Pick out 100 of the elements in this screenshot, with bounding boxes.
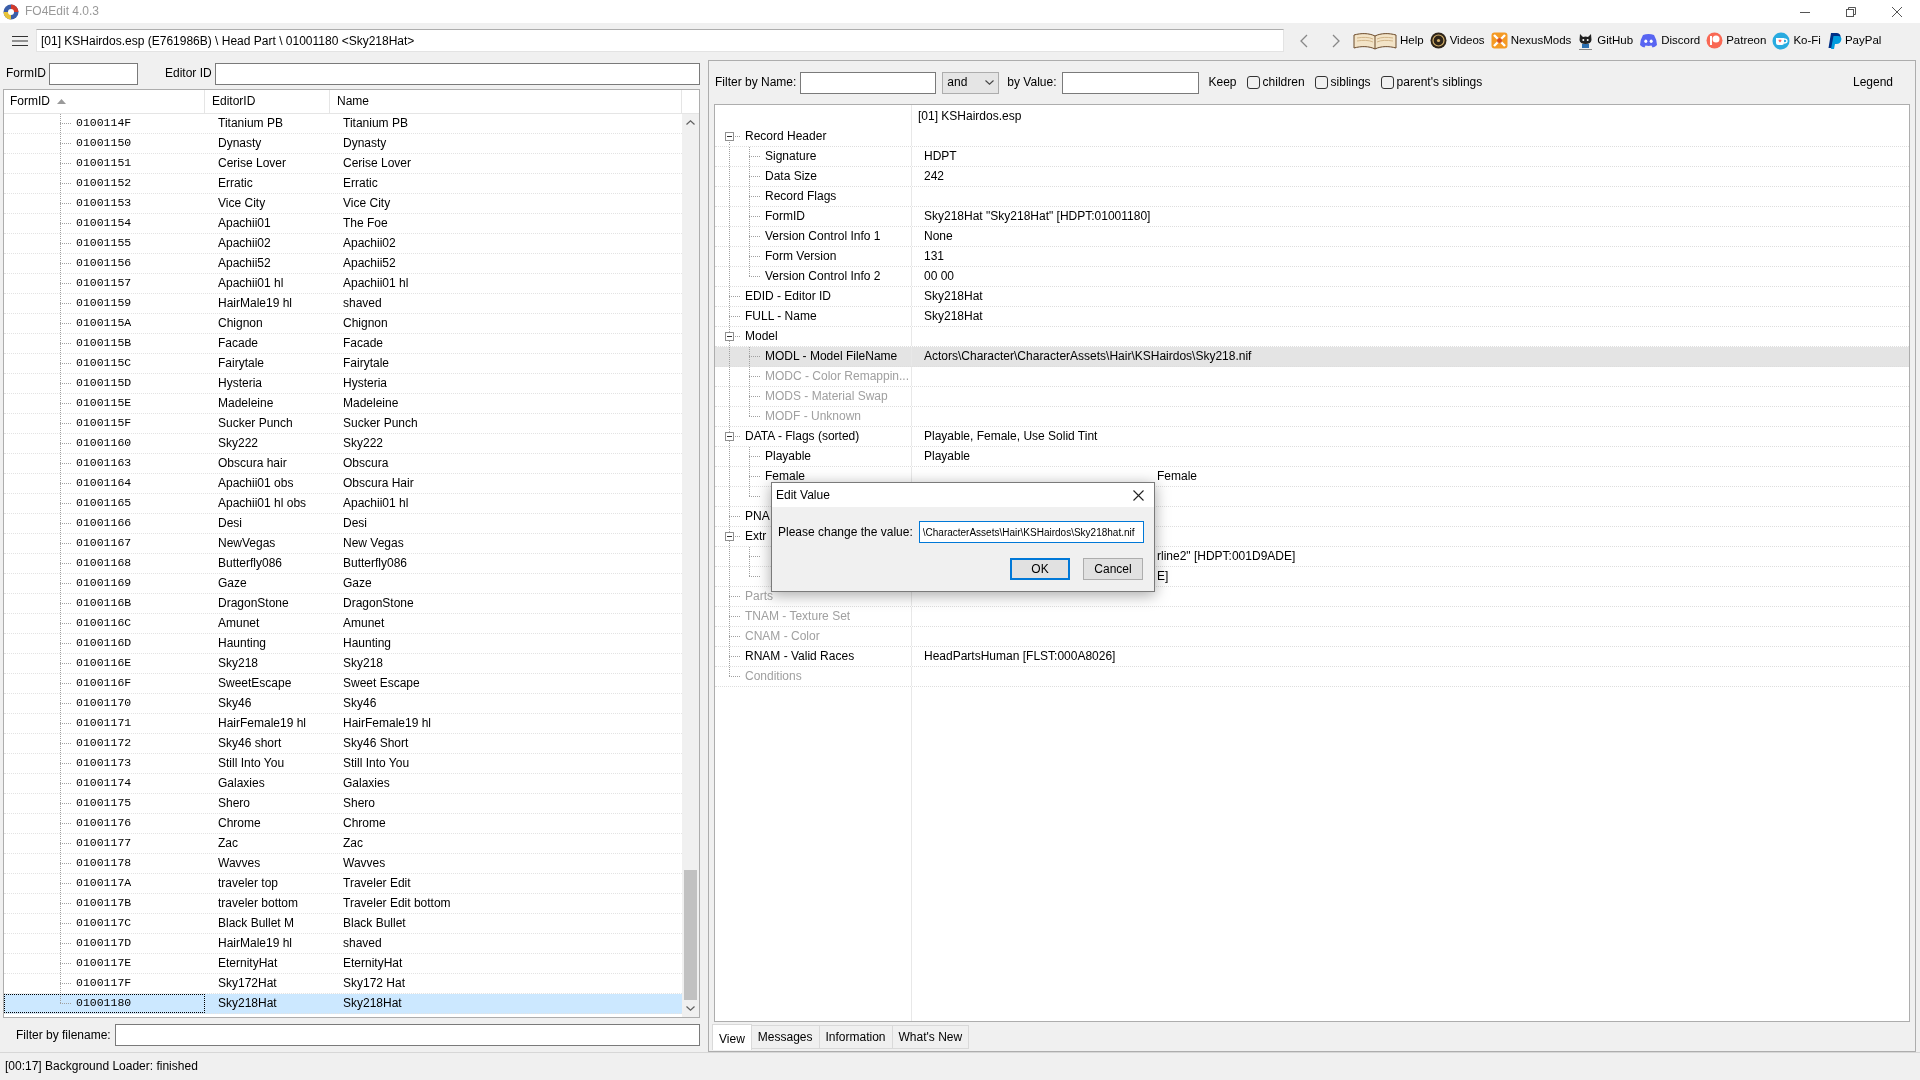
tree-row[interactable]: FULL - Name Sky218Hat: [715, 307, 1909, 327]
record-row[interactable]: 01001178 Wavves Wavves: [4, 854, 682, 874]
scroll-down-icon[interactable]: [686, 1006, 695, 1011]
tree-row[interactable]: MODL - Model FileName Actors\Character\CharacterAssets\Hair\KSHairdos\Sky218.nif: [715, 347, 1909, 367]
tree-row[interactable]: FormID Sky218Hat "Sky218Hat" [HDPT:01001180]: [715, 207, 1909, 227]
link[interactable]: Videos: [1429, 32, 1485, 49]
record-row[interactable]: 0100116B DragonStone DragonStone: [4, 594, 682, 614]
link[interactable]: GitHub: [1577, 31, 1634, 50]
operator-dropdown[interactable]: and: [942, 71, 1000, 94]
record-row[interactable]: 01001153 Vice City Vice City: [4, 194, 682, 214]
tab[interactable]: View: [712, 1024, 752, 1050]
record-row[interactable]: 01001165 Apachii01 hl obs Apachii01 hl: [4, 494, 682, 514]
tree-row[interactable]: Signature HDPT: [715, 147, 1909, 167]
tree-row[interactable]: Playable Playable: [715, 447, 1909, 467]
record-row[interactable]: 01001174 Galaxies Galaxies: [4, 774, 682, 794]
record-row[interactable]: 01001160 Sky222 Sky222: [4, 434, 682, 454]
checkbox-label[interactable]: siblings: [1330, 75, 1371, 90]
tree-row[interactable]: Record Header: [715, 127, 1909, 147]
record-row[interactable]: 01001166 Desi Desi: [4, 514, 682, 534]
record-row[interactable]: 01001152 Erratic Erratic: [4, 174, 682, 194]
record-row[interactable]: 01001150 Dynasty Dynasty: [4, 134, 682, 154]
record-row[interactable]: 01001175 Shero Shero: [4, 794, 682, 814]
legend-button[interactable]: Legend: [1852, 75, 1893, 90]
tree-row[interactable]: Record Flags: [715, 187, 1909, 207]
checkbox[interactable]: [1380, 76, 1394, 89]
checkbox-label[interactable]: parent's siblings: [1396, 75, 1483, 90]
record-row[interactable]: 0100117E EternityHat EternityHat: [4, 954, 682, 974]
input-field[interactable]: [114, 1024, 700, 1046]
record-row[interactable]: 0100115A Chignon Chignon: [4, 314, 682, 334]
record-row[interactable]: 0100116F SweetEscape Sweet Escape: [4, 674, 682, 694]
record-row[interactable]: 0100116D Haunting Haunting: [4, 634, 682, 654]
link[interactable]: NexusMods: [1490, 32, 1572, 49]
back-icon[interactable]: [1300, 33, 1308, 48]
close-icon[interactable]: [1892, 6, 1902, 17]
record-row[interactable]: 0100117A traveler top Traveler Edit: [4, 874, 682, 894]
input-field[interactable]: [1061, 71, 1199, 94]
record-row[interactable]: 01001157 Apachii01 hl Apachii01 hl: [4, 274, 682, 294]
link[interactable]: Ko-Fi: [1772, 31, 1821, 50]
record-row[interactable]: 01001163 Obscura hair Obscura: [4, 454, 682, 474]
tab[interactable]: Messages: [750, 1025, 820, 1049]
record-path-field[interactable]: [01] KSHairdos.esp (E761986B) \ Head Part \ 01001180 <Sky218Hat>: [36, 29, 1284, 52]
scroll-thumb[interactable]: [684, 870, 697, 1000]
minus-box-icon[interactable]: [725, 532, 734, 541]
menu-icon[interactable]: [12, 34, 28, 47]
record-row[interactable]: 0100117C Black Bullet M Black Bullet: [4, 914, 682, 934]
record-row[interactable]: 0100116E Sky218 Sky218: [4, 654, 682, 674]
link[interactable]: Patreon: [1706, 32, 1767, 49]
record-row[interactable]: 01001154 Apachii01 The Foe: [4, 214, 682, 234]
record-row[interactable]: 01001169 Gaze Gaze: [4, 574, 682, 594]
column-header[interactable]: FormID: [4, 90, 205, 113]
record-row[interactable]: 01001156 Apachii52 Apachii52: [4, 254, 682, 274]
record-row[interactable]: 01001170 Sky46 Sky46: [4, 694, 682, 714]
minus-box-icon[interactable]: [725, 132, 734, 141]
record-row[interactable]: 01001151 Cerise Lover Cerise Lover: [4, 154, 682, 174]
record-row[interactable]: 01001173 Still Into You Still Into You: [4, 754, 682, 774]
record-row[interactable]: 01001171 HairFemale19 hl HairFemale19 hl: [4, 714, 682, 734]
tree-row[interactable]: EDID - Editor ID Sky218Hat: [715, 287, 1909, 307]
input-field[interactable]: [214, 62, 700, 85]
record-row[interactable]: 0100114F Titanium PB Titanium PB: [4, 114, 682, 134]
column-header[interactable]: Name: [330, 90, 682, 113]
record-row[interactable]: 0100117B traveler bottom Traveler Edit bottom: [4, 894, 682, 914]
forward-icon[interactable]: [1332, 33, 1340, 48]
record-row[interactable]: 01001168 Butterfly086 Butterfly086: [4, 554, 682, 574]
record-row[interactable]: 0100115F Sucker Punch Sucker Punch: [4, 414, 682, 434]
checkbox[interactable]: [1314, 76, 1328, 89]
scroll-up-icon[interactable]: [686, 120, 695, 125]
tree-row[interactable]: Data Size 242: [715, 167, 1909, 187]
record-row[interactable]: 01001172 Sky46 short Sky46 Short: [4, 734, 682, 754]
minus-box-icon[interactable]: [725, 432, 734, 441]
record-row[interactable]: 01001164 Apachii01 obs Obscura Hair: [4, 474, 682, 494]
record-row[interactable]: 01001167 NewVegas New Vegas: [4, 534, 682, 554]
record-row[interactable]: 01001159 HairMale19 hl shaved: [4, 294, 682, 314]
record-row[interactable]: 0100115C Fairytale Fairytale: [4, 354, 682, 374]
dialog-button[interactable]: OK: [1010, 558, 1070, 580]
tab[interactable]: Information: [818, 1025, 893, 1049]
checkbox-label[interactable]: children: [1262, 75, 1305, 90]
link[interactable]: Help: [1353, 31, 1424, 50]
tree-row[interactable]: DATA - Flags (sorted) Playable, Female, Use Solid Tint: [715, 427, 1909, 447]
tab[interactable]: What's New: [891, 1025, 970, 1049]
record-row[interactable]: 0100115E Madeleine Madeleine: [4, 394, 682, 414]
record-row[interactable]: 0100116C Amunet Amunet: [4, 614, 682, 634]
record-row[interactable]: 0100115B Facade Facade: [4, 334, 682, 354]
checkbox[interactable]: [1246, 76, 1260, 89]
record-row[interactable]: 01001177 Zac Zac: [4, 834, 682, 854]
column-header[interactable]: EditorID: [205, 90, 330, 113]
tree-row[interactable]: Form Version 131: [715, 247, 1909, 267]
link[interactable]: PayPal: [1826, 31, 1882, 50]
tree-row[interactable]: Version Control Info 2 00 00: [715, 267, 1909, 287]
minus-box-icon[interactable]: [725, 332, 734, 341]
record-row[interactable]: 0100115D Hysteria Hysteria: [4, 374, 682, 394]
link[interactable]: Discord: [1639, 33, 1701, 48]
tree-row[interactable]: RNAM - Valid Races HeadPartsHuman [FLST:000A8026]: [715, 647, 1909, 667]
close-icon[interactable]: [1133, 489, 1144, 501]
record-row[interactable]: 0100117D HairMale19 hl shaved: [4, 934, 682, 954]
tree-row[interactable]: Version Control Info 1 None: [715, 227, 1909, 247]
restore-icon[interactable]: [1846, 6, 1856, 17]
input-field[interactable]: [800, 71, 937, 94]
record-row[interactable]: 01001180 Sky218Hat Sky218Hat: [4, 994, 682, 1014]
record-row[interactable]: 01001176 Chrome Chrome: [4, 814, 682, 834]
scrollbar[interactable]: [682, 114, 699, 1017]
